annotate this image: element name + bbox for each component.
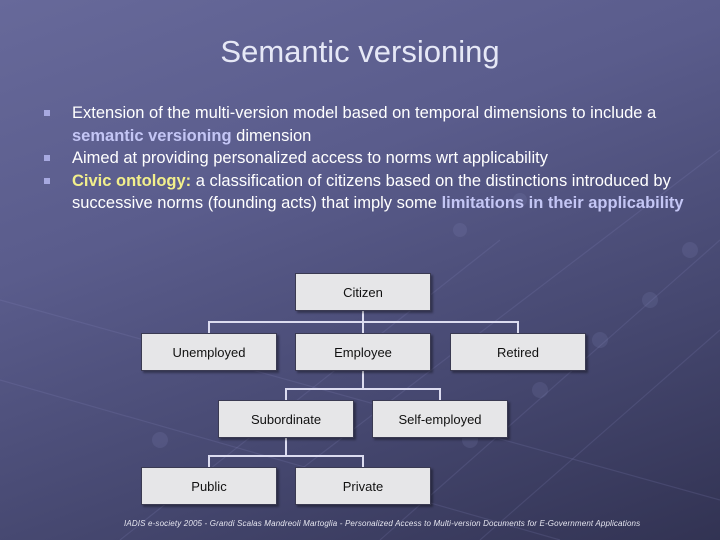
node-private: Private: [295, 467, 431, 505]
bullet-list: Extension of the multi-version model bas…: [44, 102, 694, 215]
connector-line: [285, 388, 441, 390]
connector-line: [362, 455, 364, 467]
node-unemployed: Unemployed: [141, 333, 277, 371]
slide-footer: IADIS e-society 2005 - Grandi Scalas Man…: [124, 519, 641, 528]
square-bullet-icon: [44, 110, 50, 116]
slide-title: Semantic versioning: [220, 34, 500, 69]
connector-line: [362, 370, 364, 389]
node-self-employed: Self-employed: [372, 400, 508, 438]
square-bullet-icon: [44, 155, 50, 161]
bullet-item: Aimed at providing personalized access t…: [44, 147, 694, 170]
connector-line: [362, 321, 364, 333]
connector-line: [208, 455, 364, 457]
node-subordinate: Subordinate: [218, 400, 354, 438]
node-public: Public: [141, 467, 277, 505]
background-decoration: [0, 149, 720, 540]
square-bullet-icon: [44, 177, 50, 184]
connector-line: [285, 437, 287, 456]
node-retired: Retired: [450, 333, 586, 371]
bullet-item: Civic ontology: a classification of citi…: [44, 170, 694, 215]
highlight-text: limitations in their applicability: [441, 194, 684, 212]
connector-line: [517, 321, 519, 333]
highlight-text: Civic ontology:: [72, 171, 192, 190]
bullet-text: Extension of the multi-version model bas…: [72, 104, 657, 122]
highlight-text: semantic versioning: [72, 126, 232, 145]
node-citizen: Citizen: [295, 273, 431, 311]
connector-line: [439, 388, 441, 400]
bullet-text: dimension: [231, 126, 312, 145]
bullet-item: Extension of the multi-version model bas…: [44, 102, 694, 147]
connector-line: [208, 321, 210, 333]
bullet-text: Aimed at providing personalized access t…: [72, 149, 548, 167]
connector-line: [285, 388, 287, 400]
node-employee: Employee: [295, 333, 431, 371]
connector-line: [208, 455, 210, 467]
